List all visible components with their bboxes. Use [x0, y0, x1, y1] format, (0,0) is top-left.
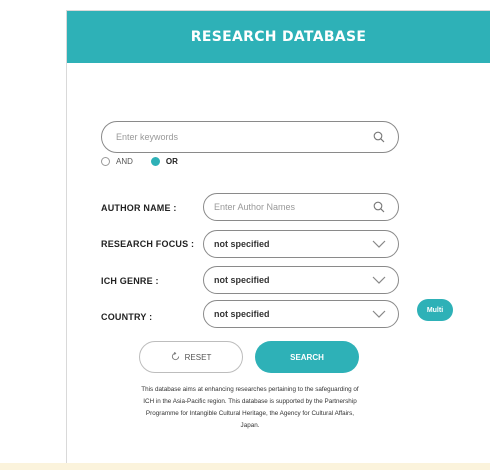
multi-button-label: Multi — [426, 306, 444, 314]
multi-button[interactable]: Multi — [417, 299, 453, 321]
search-button-label: SEARCH — [290, 352, 324, 362]
research-focus-value: not specified — [214, 239, 270, 249]
chevron-down-icon[interactable] — [372, 307, 386, 321]
search-icon[interactable] — [372, 130, 386, 144]
bottom-strip — [0, 463, 490, 470]
author-name-field[interactable] — [203, 193, 399, 221]
database-description: This database aims at enhancing research… — [141, 386, 359, 429]
country-select[interactable]: not specified — [203, 300, 399, 328]
ich-genre-label: ICH GENRE : — [101, 276, 159, 286]
ich-genre-value: not specified — [214, 275, 270, 285]
keyword-input[interactable] — [102, 132, 398, 142]
reset-button[interactable]: RESET — [139, 341, 243, 373]
author-name-input[interactable] — [204, 202, 398, 212]
author-name-label: AUTHOR NAME : — [101, 203, 177, 213]
panel-header: RESEARCH DATABASE — [67, 11, 490, 63]
search-icon[interactable] — [372, 200, 386, 214]
research-database-panel: RESEARCH DATABASE AND OR AUTHOR NAME : R… — [66, 10, 490, 466]
country-label: COUNTRY : — [101, 312, 153, 322]
country-value: not specified — [214, 309, 270, 319]
operator-radio-group: AND OR — [101, 157, 190, 166]
or-radio[interactable] — [150, 157, 160, 166]
ich-genre-select[interactable]: not specified — [203, 266, 399, 294]
or-label: OR — [165, 157, 178, 166]
chevron-down-icon[interactable] — [372, 273, 386, 287]
chevron-down-icon[interactable] — [372, 237, 386, 251]
reset-button-label: RESET — [184, 352, 212, 362]
research-focus-select[interactable]: not specified — [203, 230, 399, 258]
research-focus-label: RESEARCH FOCUS : — [101, 239, 195, 249]
reset-icon — [171, 351, 180, 363]
page-title: RESEARCH DATABASE — [190, 29, 367, 45]
and-radio[interactable] — [101, 157, 110, 166]
keyword-search-field[interactable] — [101, 121, 399, 153]
and-label: AND — [116, 157, 133, 166]
search-button[interactable]: SEARCH — [255, 341, 359, 373]
